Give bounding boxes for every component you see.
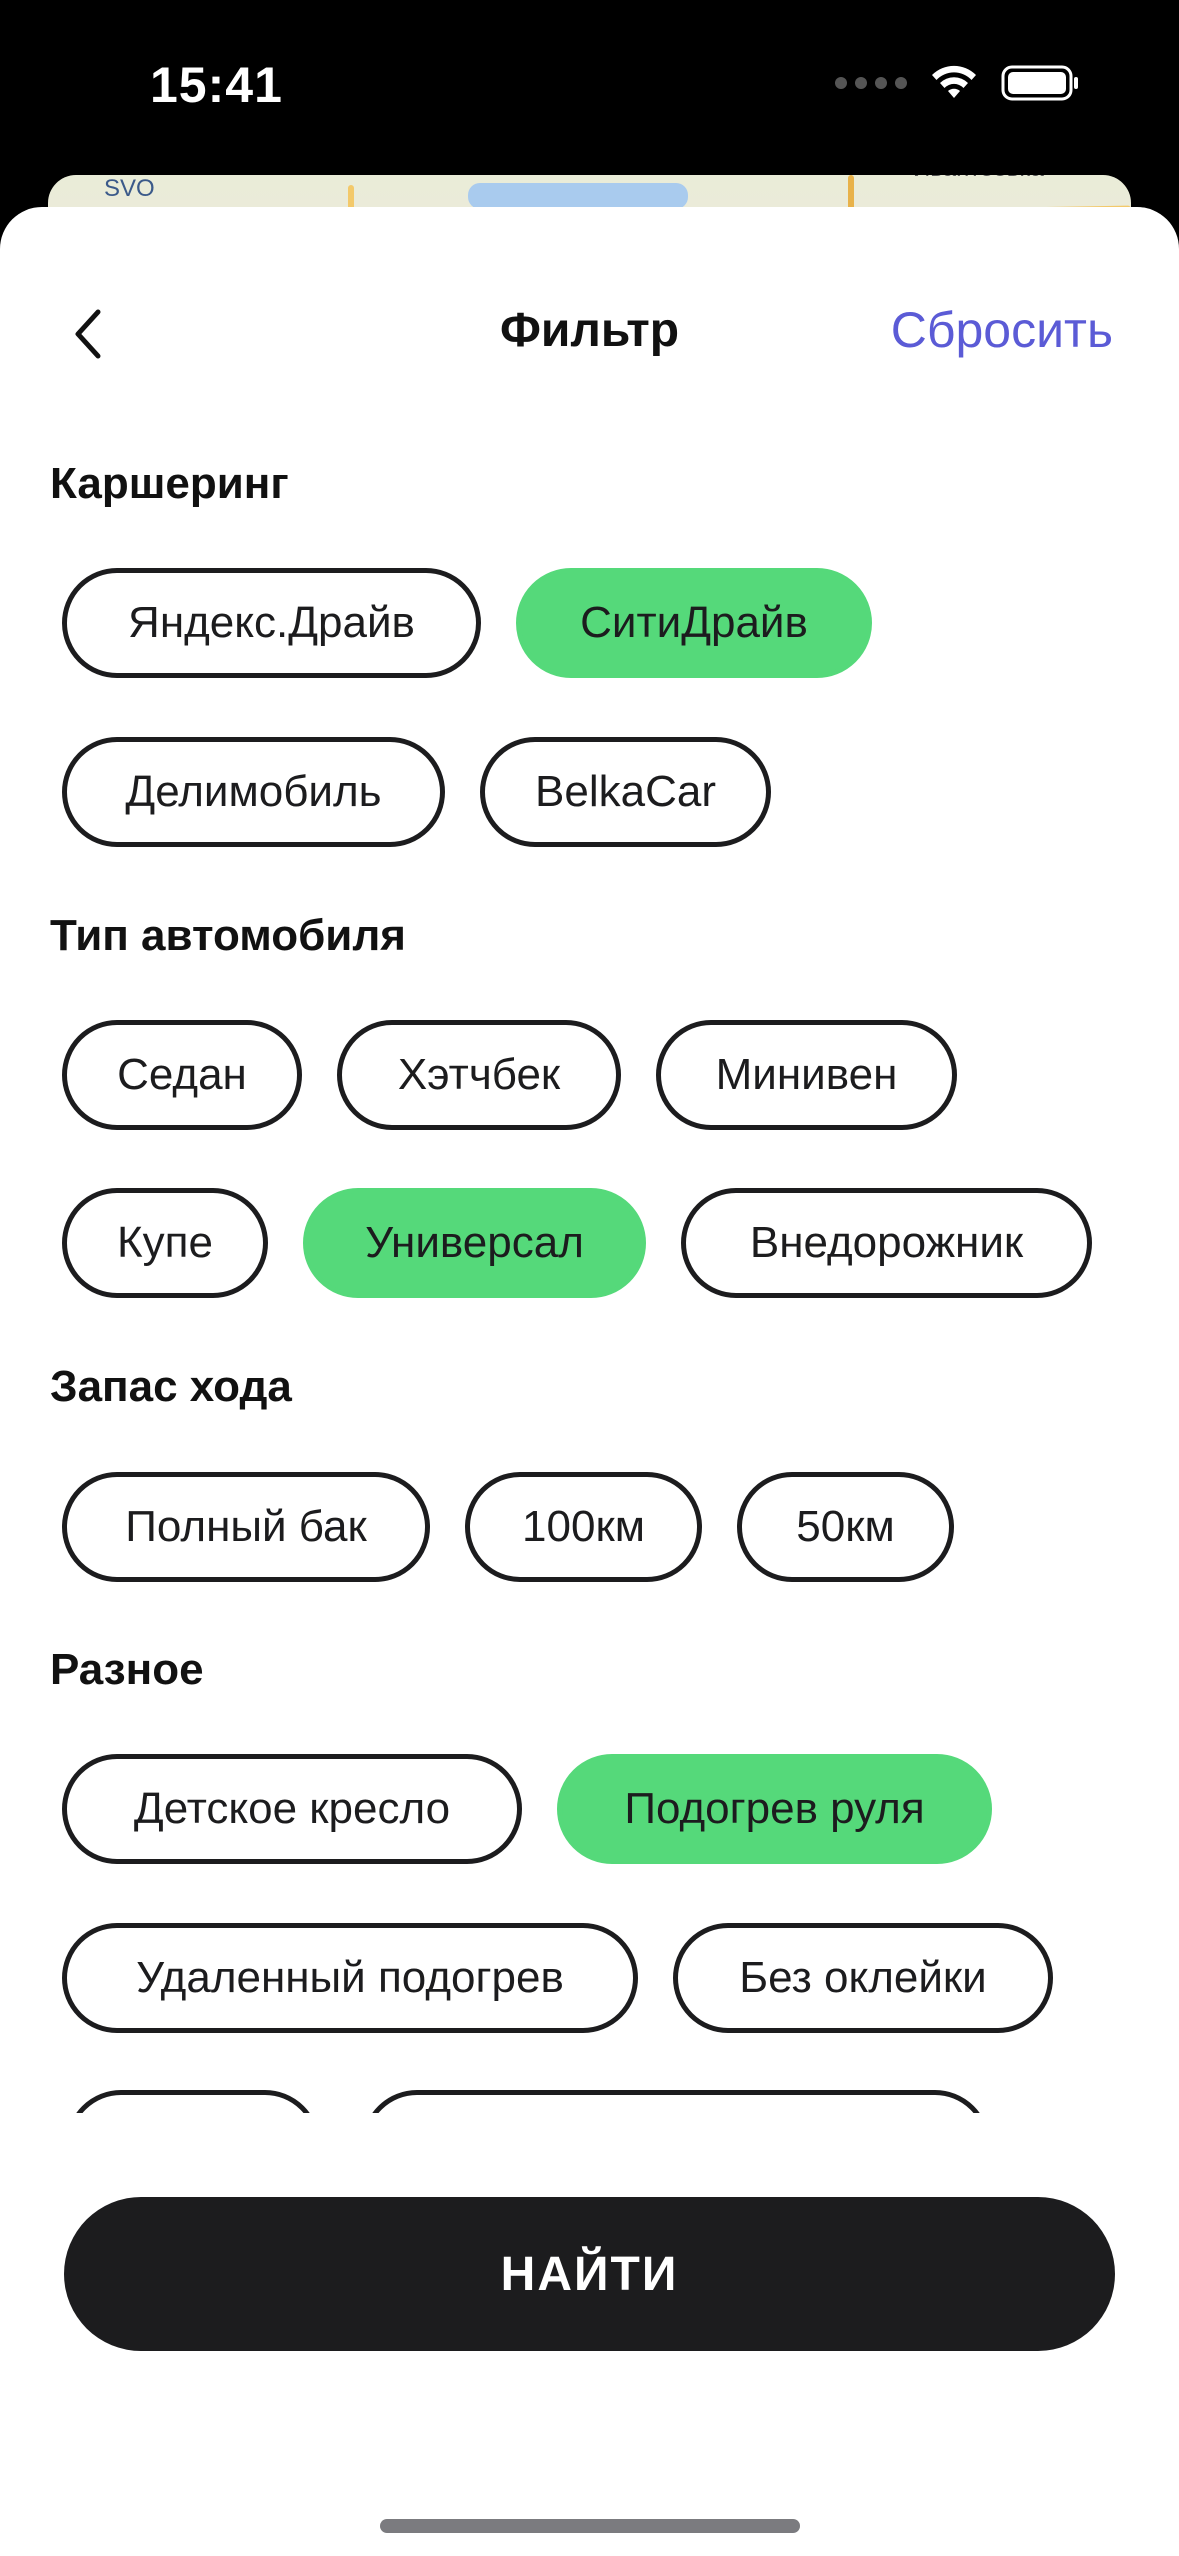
chip-full-tank[interactable]: Полный бак bbox=[62, 1472, 430, 1582]
chip-citydrive[interactable]: СитиДрайв bbox=[516, 568, 872, 678]
chip-clipped[interactable] bbox=[362, 2090, 990, 2113]
chip-hatchback[interactable]: Хэтчбек bbox=[337, 1020, 621, 1130]
chip-clipped[interactable] bbox=[66, 2090, 320, 2113]
find-button[interactable]: НАЙТИ bbox=[64, 2197, 1115, 2351]
section-title-range: Запас хода bbox=[50, 1362, 292, 1411]
chip-wagon[interactable]: Универсал bbox=[303, 1188, 646, 1298]
chip-sedan[interactable]: Седан bbox=[62, 1020, 302, 1130]
chip-no-wrap[interactable]: Без оклейки bbox=[673, 1923, 1053, 2033]
filter-content[interactable]: Каршеринг Яндекс.Драйв СитиДрайв Делимоб… bbox=[0, 207, 1179, 2113]
chip-heated-wheel[interactable]: Подогрев руля bbox=[557, 1754, 992, 1864]
status-time: 15:41 bbox=[150, 57, 283, 113]
chip-minivan[interactable]: Минивен bbox=[656, 1020, 957, 1130]
chip-coupe[interactable]: Купе bbox=[62, 1188, 268, 1298]
section-title-car-type: Тип автомобиля bbox=[50, 911, 406, 960]
chip-delimobil[interactable]: Делимобиль bbox=[62, 737, 445, 847]
filter-sheet: Фильтр Сбросить Каршеринг Яндекс.Драйв С… bbox=[0, 207, 1179, 2556]
wifi-icon bbox=[932, 65, 976, 98]
signal-dots-icon bbox=[835, 77, 907, 89]
chip-yandex-drive[interactable]: Яндекс.Драйв bbox=[62, 568, 481, 678]
chip-50km[interactable]: 50км bbox=[737, 1472, 954, 1582]
chip-child-seat[interactable]: Детское кресло bbox=[62, 1754, 522, 1864]
home-indicator bbox=[380, 2519, 800, 2533]
battery-icon bbox=[1001, 65, 1078, 101]
section-title-misc: Разное bbox=[50, 1645, 204, 1694]
section-title-carsharing: Каршеринг bbox=[50, 459, 289, 508]
chip-belkacar[interactable]: BelkaCar bbox=[480, 737, 771, 847]
chip-remote-heating[interactable]: Удаленный подогрев bbox=[62, 1923, 638, 2033]
status-icons bbox=[835, 64, 1081, 102]
chip-100km[interactable]: 100км bbox=[465, 1472, 702, 1582]
map-label-city: Ивантеевка bbox=[913, 175, 1044, 183]
status-bar: 15:41 bbox=[0, 0, 1179, 170]
chip-suv[interactable]: Внедорожник bbox=[681, 1188, 1092, 1298]
map-label-svo: SVO bbox=[104, 175, 155, 202]
